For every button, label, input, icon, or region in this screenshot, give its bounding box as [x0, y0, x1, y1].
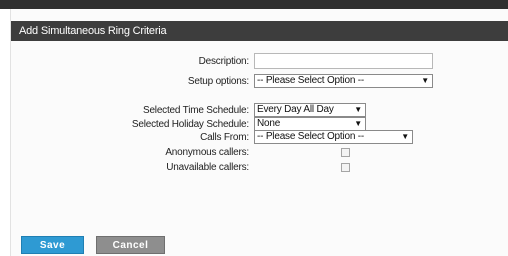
description-input[interactable] — [254, 53, 433, 69]
setup-options-row: Setup options: -- Please Select Option -… — [11, 74, 508, 90]
calls-from-select[interactable]: -- Please Select Option -- ▼ — [254, 130, 413, 144]
time-schedule-value: Every Day All Day — [257, 104, 334, 115]
calls-from-row: Calls From: -- Please Select Option -- ▼ — [11, 130, 508, 146]
app-frame: Add Simultaneous Ring Criteria Descripti… — [0, 0, 508, 256]
criteria-dialog: Add Simultaneous Ring Criteria Descripti… — [10, 9, 508, 256]
chevron-down-icon: ▼ — [401, 132, 409, 141]
save-button[interactable]: Save — [21, 236, 84, 254]
unavailable-callers-checkbox[interactable] — [341, 163, 350, 172]
cancel-button[interactable]: Cancel — [96, 236, 165, 254]
anonymous-callers-checkbox[interactable] — [341, 148, 350, 157]
anonymous-callers-row: Anonymous callers: — [11, 145, 508, 161]
calls-from-value: -- Please Select Option -- — [257, 131, 365, 142]
holiday-schedule-select[interactable]: None ▼ — [254, 117, 366, 131]
description-label: Description: — [198, 56, 250, 67]
time-schedule-select[interactable]: Every Day All Day ▼ — [254, 103, 366, 117]
chevron-down-icon: ▼ — [354, 119, 362, 128]
holiday-schedule-value: None — [257, 118, 281, 129]
anonymous-callers-label: Anonymous callers: — [165, 147, 249, 158]
unavailable-callers-row: Unavailable callers: — [11, 160, 508, 176]
setup-options-select[interactable]: -- Please Select Option -- ▼ — [254, 74, 433, 88]
description-row: Description: — [11, 53, 508, 70]
unavailable-callers-label: Unavailable callers: — [166, 162, 249, 173]
calls-from-label: Calls From: — [200, 132, 249, 143]
chevron-down-icon: ▼ — [421, 76, 429, 85]
setup-options-label: Setup options: — [187, 76, 249, 87]
dialog-title: Add Simultaneous Ring Criteria — [11, 21, 508, 41]
chevron-down-icon: ▼ — [354, 105, 362, 114]
top-bar — [0, 0, 508, 9]
setup-options-value: -- Please Select Option -- — [257, 75, 365, 86]
